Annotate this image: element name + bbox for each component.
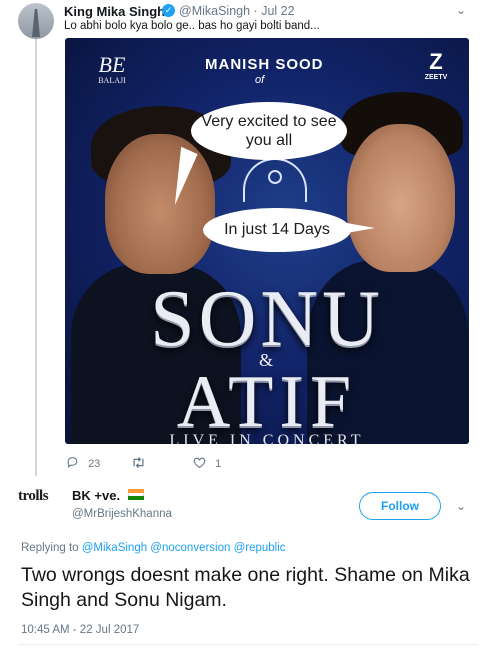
avatar-text: trolls — [18, 488, 49, 504]
reply-count: 23 — [88, 458, 101, 470]
author-handle[interactable]: @MikaSingh — [179, 4, 250, 18]
reply-button[interactable]: 23 — [66, 456, 100, 470]
zee-logo-mark: Z — [429, 49, 443, 74]
retweet-icon — [133, 457, 144, 468]
poster-presenter: MANISH SOOD — [205, 56, 324, 73]
poster-of: of — [255, 74, 265, 86]
retweet-button[interactable] — [131, 456, 146, 470]
poster-subtitle: LIVE IN CONCERT — [169, 432, 365, 444]
separator: · — [253, 4, 258, 18]
author-handle-date[interactable]: @MikaSingh · Jul 22 — [179, 4, 295, 18]
divider — [18, 644, 478, 645]
replying-to-handles[interactable]: @MikaSingh @noconversion @republic — [82, 542, 286, 554]
speech-bubble-1: Very excited to see you all — [191, 102, 347, 160]
avatar[interactable]: trolls — [18, 487, 62, 517]
like-button[interactable]: 1 — [193, 456, 221, 470]
tweet-text: Two wrongs doesnt make one right. Shame … — [21, 564, 470, 611]
zee-tv-logo: Z ZEETV — [421, 50, 451, 86]
tweet-text: Lo abhi bolo kya bolo ge.. bas ho gayi b… — [64, 20, 320, 32]
author-name[interactable]: BK +ve. — [72, 488, 120, 503]
singer-right-face — [347, 124, 455, 272]
author-name[interactable]: King Mika Singh — [64, 4, 165, 19]
author-handle[interactable]: @MrBrijeshKhanna — [72, 508, 172, 520]
heart-icon — [193, 457, 206, 469]
speech-bubble-2: In just 14 Days — [203, 208, 351, 252]
balaji-logo-text: BALAJI — [98, 76, 126, 85]
balaji-logo: BE — [98, 52, 126, 77]
microphone-icon-dot — [268, 170, 282, 184]
like-count: 1 — [215, 458, 222, 470]
verified-icon: ✓ — [162, 4, 175, 17]
replying-prefix: Replying to — [21, 542, 79, 554]
singer-left-face — [105, 134, 215, 274]
tweet-date[interactable]: Jul 22 — [261, 4, 294, 18]
india-flag-icon — [128, 489, 144, 500]
replying-to: Replying to @MikaSingh @noconversion @re… — [21, 542, 286, 554]
chevron-down-icon[interactable]: ⌄ — [456, 499, 466, 513]
zee-logo-text: ZEETV — [424, 74, 448, 81]
avatar[interactable] — [18, 3, 54, 39]
tweet-timestamp[interactable]: 10:45 AM - 22 Jul 2017 — [21, 624, 139, 636]
reply-icon — [67, 457, 78, 468]
chevron-down-icon[interactable]: ⌄ — [456, 3, 466, 17]
follow-button[interactable]: Follow — [359, 492, 441, 520]
thread-line — [35, 38, 37, 476]
tweet-image[interactable]: BE BALAJI MANISH SOOD of Z ZEETV Very ex… — [65, 38, 469, 444]
